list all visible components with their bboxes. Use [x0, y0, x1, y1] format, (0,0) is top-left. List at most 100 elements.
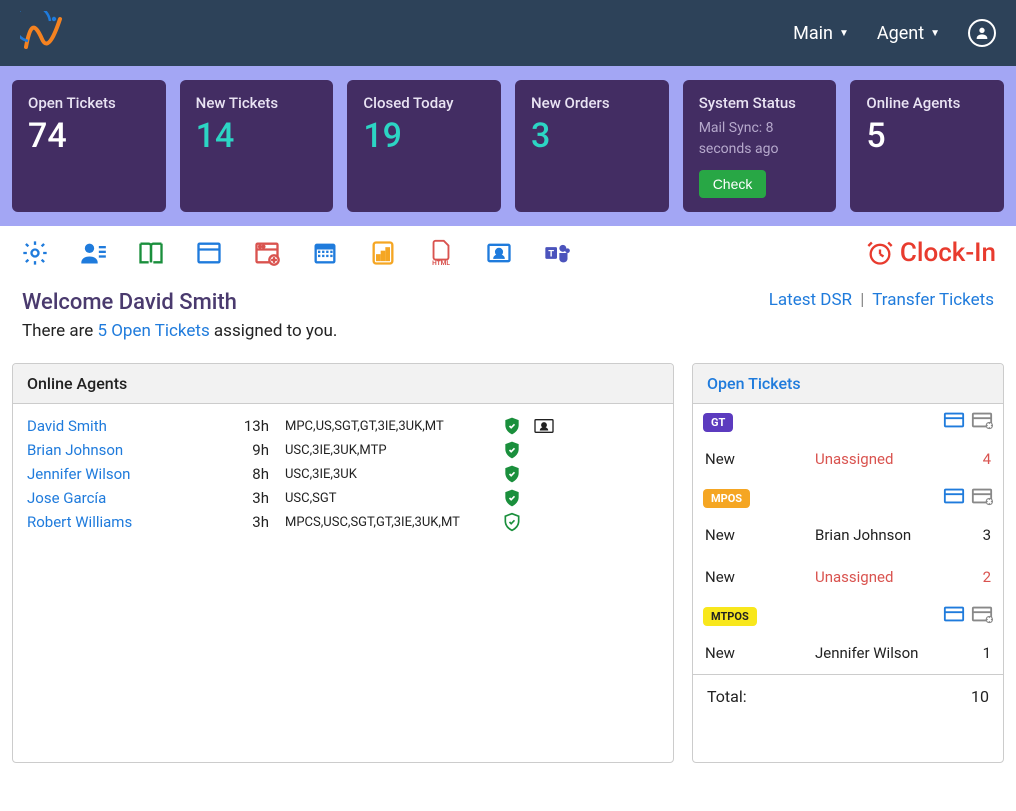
total-value: 10 — [971, 687, 989, 706]
window-icon[interactable] — [194, 238, 224, 268]
agent-name-link[interactable]: Brian Johnson — [27, 441, 237, 459]
ticket-section-header: MTPOS — [693, 598, 1003, 632]
latest-dsr-link[interactable]: Latest DSR — [769, 290, 852, 310]
stat-open-tickets[interactable]: Open Tickets 74 — [12, 80, 166, 212]
stat-value: 3 — [531, 116, 653, 156]
agent-name-link[interactable]: Jose García — [27, 489, 237, 507]
window-close-icon[interactable] — [971, 604, 993, 628]
caret-down-icon: ▼ — [839, 28, 849, 39]
alarm-clock-icon — [866, 239, 894, 267]
main-panels: Online Agents David Smith13hMPC,US,SGT,G… — [0, 363, 1016, 783]
user-profile-button[interactable] — [968, 19, 996, 47]
agent-codes: USC,SGT — [285, 491, 495, 506]
teams-icon[interactable]: T — [542, 238, 572, 268]
book-icon[interactable] — [136, 238, 166, 268]
stat-online-agents[interactable]: Online Agents 5 — [850, 80, 1004, 212]
stat-label: New Orders — [531, 94, 653, 112]
agent-codes: MPC,US,SGT,GT,3IE,3UK,MT — [285, 419, 495, 434]
stat-new-tickets[interactable]: New Tickets 14 — [180, 80, 334, 212]
online-agents-panel: Online Agents David Smith13hMPC,US,SGT,G… — [12, 363, 674, 763]
open-tickets-total-row: Total: 10 — [693, 674, 1003, 718]
ticket-row[interactable]: NewUnassigned4 — [693, 438, 1003, 480]
window-icon[interactable] — [943, 604, 965, 628]
section-badge: MTPOS — [703, 607, 757, 626]
ticket-count: 4 — [961, 450, 991, 468]
check-button[interactable]: Check — [699, 170, 767, 198]
window-icon[interactable] — [943, 410, 965, 434]
agent-codes: USC,3IE,3UK,MTP — [285, 443, 495, 458]
ticket-assignee: Unassigned — [815, 568, 961, 586]
open-tickets-header[interactable]: Open Tickets — [693, 364, 1003, 404]
ticket-status: New — [705, 450, 815, 468]
stat-label: Open Tickets — [28, 94, 150, 112]
agent-row: Jennifer Wilson8hUSC,3IE,3UK — [27, 462, 659, 486]
transfer-tickets-link[interactable]: Transfer Tickets — [872, 290, 994, 310]
svg-text:HTML: HTML — [432, 259, 450, 267]
calendar-icon[interactable] — [310, 238, 340, 268]
stat-sub: Mail Sync: 8 seconds ago — [699, 118, 821, 160]
shield-icon — [495, 464, 529, 484]
window-add-icon[interactable] — [252, 238, 282, 268]
top-navbar: Main ▼ Agent ▼ — [0, 0, 1016, 66]
agent-name-link[interactable]: David Smith — [27, 417, 237, 435]
gear-icon[interactable] — [20, 238, 50, 268]
stat-label: Closed Today — [363, 94, 485, 112]
agent-row: Jose García3hUSC,SGT — [27, 486, 659, 510]
shield-icon — [495, 416, 529, 436]
section-badge: GT — [703, 413, 733, 432]
stat-label: System Status — [699, 94, 821, 112]
clock-in-button[interactable]: Clock-In — [866, 238, 996, 268]
welcome-sub-prefix: There are — [22, 321, 97, 341]
stats-row: Open Tickets 74 New Tickets 14 Closed To… — [0, 66, 1016, 226]
welcome-sub-suffix: assigned to you. — [210, 321, 338, 341]
nav-agent-menu[interactable]: Agent ▼ — [877, 23, 940, 44]
ticket-count: 1 — [961, 644, 991, 662]
shield-icon — [495, 512, 529, 532]
agent-hours: 3h — [237, 489, 285, 507]
ticket-status: New — [705, 644, 815, 662]
stat-value: 74 — [28, 116, 150, 156]
stat-new-orders[interactable]: New Orders 3 — [515, 80, 669, 212]
shield-icon — [495, 440, 529, 460]
agent-hours: 13h — [237, 417, 285, 435]
window-icon[interactable] — [943, 486, 965, 510]
ticket-count: 2 — [961, 568, 991, 586]
welcome-section: Welcome David Smith There are 5 Open Tic… — [0, 276, 1016, 363]
open-tickets-panel: Open Tickets GTNewUnassigned4MPOSNewBria… — [692, 363, 1004, 763]
ticket-row[interactable]: NewBrian Johnson3 — [693, 514, 1003, 556]
svg-text:T: T — [548, 249, 554, 260]
user-icon — [974, 25, 990, 41]
agent-row: Brian Johnson9hUSC,3IE,3UK,MTP — [27, 438, 659, 462]
stat-system-status: System Status Mail Sync: 8 seconds ago C… — [683, 80, 837, 212]
ticket-section-header: MPOS — [693, 480, 1003, 514]
user-card-icon[interactable] — [484, 238, 514, 268]
ticket-row[interactable]: NewUnassigned2 — [693, 556, 1003, 598]
agent-hours: 9h — [237, 441, 285, 459]
agent-row: Robert Williams3hMPCS,USC,SGT,GT,3IE,3UK… — [27, 510, 659, 534]
ticket-section: GT NewUnassigned4 — [693, 404, 1003, 480]
window-close-icon[interactable] — [971, 486, 993, 510]
nav-main-menu[interactable]: Main ▼ — [793, 23, 849, 44]
stat-value: 5 — [866, 116, 988, 156]
ticket-row[interactable]: NewJennifer Wilson1 — [693, 632, 1003, 674]
users-icon[interactable] — [78, 238, 108, 268]
nav-agent-label: Agent — [877, 23, 924, 44]
html-file-icon[interactable]: HTML — [426, 238, 456, 268]
ticket-assignee: Brian Johnson — [815, 526, 961, 544]
agent-hours: 3h — [237, 513, 285, 531]
stat-value: 14 — [196, 116, 318, 156]
stat-closed-today[interactable]: Closed Today 19 — [347, 80, 501, 212]
agent-name-link[interactable]: Jennifer Wilson — [27, 465, 237, 483]
window-close-icon[interactable] — [971, 410, 993, 434]
open-tickets-link[interactable]: 5 Open Tickets — [97, 321, 209, 341]
nav-main-label: Main — [793, 23, 833, 44]
app-logo — [20, 11, 64, 55]
agent-hours: 8h — [237, 465, 285, 483]
id-card-icon[interactable] — [529, 417, 559, 435]
agent-table: David Smith13hMPC,US,SGT,GT,3IE,3UK,MT Br… — [13, 404, 673, 544]
chart-file-icon[interactable] — [368, 238, 398, 268]
stat-label: New Tickets — [196, 94, 318, 112]
ticket-section: MPOSNewBrian Johnson3NewUnassigned2 — [693, 480, 1003, 598]
agent-name-link[interactable]: Robert Williams — [27, 513, 237, 531]
stat-value: 19 — [363, 116, 485, 156]
